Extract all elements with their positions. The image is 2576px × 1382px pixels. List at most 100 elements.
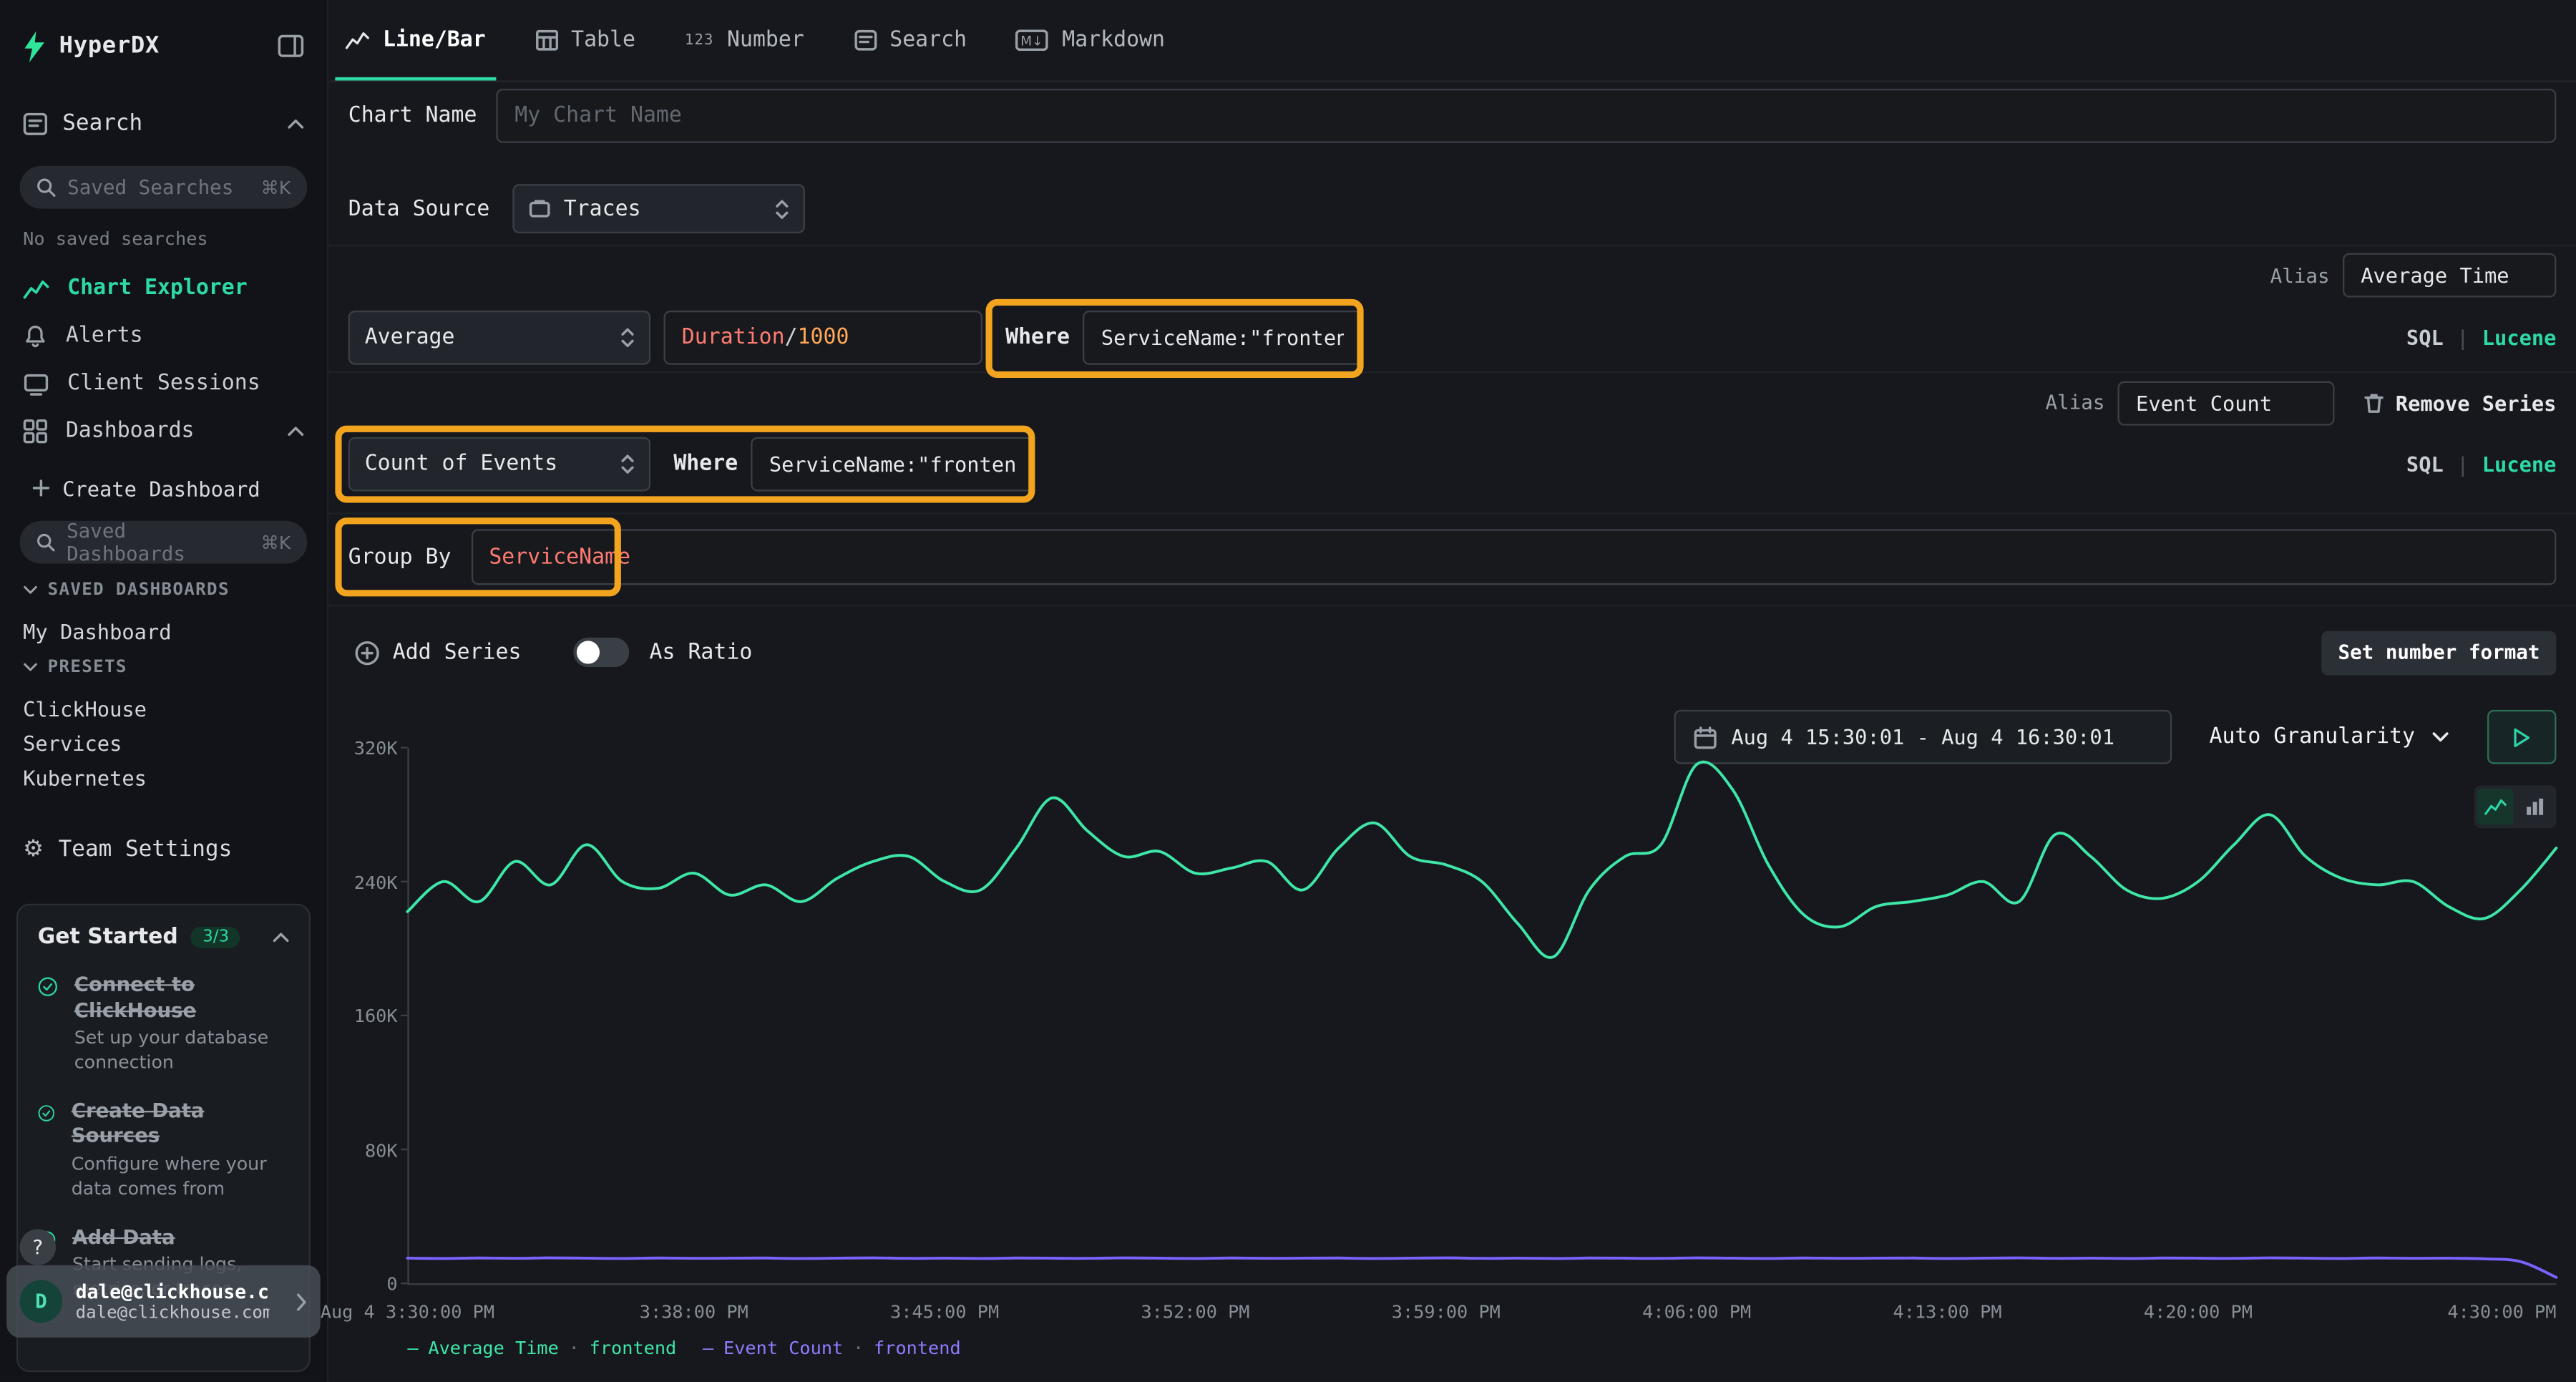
chart-display-toggle — [2474, 785, 2557, 828]
user-menu[interactable]: D dale@clickhouse.com dale@clickhouse.co… — [6, 1265, 321, 1338]
y-tick-label: 80K — [365, 1139, 398, 1161]
logo-row: HyperDX — [0, 20, 327, 72]
divider — [328, 512, 2576, 514]
add-series-button[interactable]: Add Series — [355, 640, 522, 664]
select-stepper-icon — [621, 327, 634, 349]
check-circle-icon — [38, 973, 58, 1001]
sidebar-item-client-sessions[interactable]: Client Sessions — [0, 360, 327, 408]
sidebar-item-alerts[interactable]: Alerts — [0, 312, 327, 360]
get-started-item-title: Connect to ClickHouse — [74, 973, 289, 1024]
legend-marker: — — [407, 1338, 418, 1359]
sidebar-item-kubernetes[interactable]: Kubernetes — [0, 761, 327, 795]
series2-aggregation-select[interactable]: Count of Events — [348, 437, 650, 491]
series1-alias-row: Alias — [328, 246, 2576, 303]
get-started-item-title: Add Data — [72, 1225, 289, 1251]
group-by-input[interactable]: ServiceName — [471, 529, 2556, 585]
series1-field-input[interactable]: Duration/1000 — [664, 311, 982, 365]
sidebar-item-label: Alerts — [66, 323, 143, 348]
remove-series-label: Remove Series — [2396, 390, 2557, 414]
series-actions-row: Add Series As Ratio Set number format — [328, 628, 2576, 677]
lucene-option[interactable]: Lucene — [2482, 326, 2557, 350]
series2-alias-input[interactable] — [2118, 381, 2335, 425]
tab-label: Table — [571, 28, 635, 52]
create-dashboard-button[interactable]: Create Dashboard — [0, 467, 327, 510]
sql-option[interactable]: SQL — [2406, 326, 2444, 350]
tab-label: Markdown — [1062, 28, 1165, 52]
search-section-label: Search — [62, 110, 142, 137]
plus-circle-icon — [355, 640, 379, 664]
sidebar-item-team-settings[interactable]: ⚙ Team Settings — [0, 825, 327, 875]
saved-dashboards-input[interactable]: Saved Dashboards ⌘K — [20, 521, 308, 564]
chart-legend[interactable]: —Average Time·frontend —Event Count·front… — [407, 1338, 960, 1359]
legend-item[interactable]: —Event Count·frontend — [703, 1338, 961, 1359]
app-window: HyperDX Search Saved Searches ⌘K No save… — [0, 0, 2576, 1382]
create-dashboard-label: Create Dashboard — [62, 476, 260, 500]
chart-area: 080K160K240K320K Aug 4 3:30:00 PM3:38:00… — [328, 723, 2556, 1380]
search-section-icon — [23, 111, 47, 135]
lucene-option[interactable]: Lucene — [2482, 451, 2557, 475]
tab-table[interactable]: Table — [535, 0, 635, 81]
sidebar-item-my-dashboard[interactable]: My Dashboard — [0, 615, 327, 649]
remove-series-button[interactable]: Remove Series — [2364, 390, 2556, 414]
x-tick-label: 4:06:00 PM — [1642, 1301, 1751, 1323]
tab-label: Search — [889, 28, 967, 52]
field-token: / — [785, 326, 798, 350]
trash-icon — [2364, 392, 2384, 414]
as-ratio-label: As Ratio — [650, 640, 753, 664]
preset-name: Services — [23, 731, 122, 756]
sidebar-item-dashboards[interactable]: Dashboards — [0, 407, 327, 455]
tab-label: Line/Bar — [383, 28, 486, 52]
where-label: Where — [1005, 326, 1070, 350]
sidebar-item-clickhouse[interactable]: ClickHouse — [0, 692, 327, 726]
markdown-icon: M↓ — [1021, 34, 1043, 49]
legend-group: frontend — [590, 1338, 677, 1359]
y-tick-label: 240K — [354, 872, 398, 893]
data-source-select[interactable]: Traces — [513, 184, 806, 233]
series2-language-toggle[interactable]: SQL | Lucene — [2406, 451, 2557, 475]
sidebar-collapse-icon[interactable] — [278, 34, 304, 57]
bar-chart-toggle-icon[interactable] — [2517, 789, 2553, 825]
help-button[interactable]: ? — [20, 1229, 57, 1265]
sidebar-item-chart-explorer[interactable]: Chart Explorer — [0, 265, 327, 313]
as-ratio-toggle[interactable] — [574, 638, 630, 667]
series1-alias-input[interactable] — [2343, 253, 2556, 298]
group-by-label: Group By — [348, 545, 452, 569]
hyperdx-logo-icon — [23, 30, 46, 62]
series1-row: Average Duration/1000 Where SQL | Lucene — [328, 307, 2576, 368]
y-tick-label: 160K — [354, 1006, 398, 1027]
tab-markdown[interactable]: M↓ Markdown — [1016, 0, 1165, 81]
search-section-header[interactable]: Search — [0, 99, 327, 148]
tab-line-bar[interactable]: Line/Bar — [345, 0, 486, 81]
toggle-knob — [577, 641, 600, 663]
saved-dashboards-section-header[interactable]: SAVED DASHBOARDS — [0, 580, 327, 600]
x-tick-label: 3:38:00 PM — [640, 1301, 748, 1323]
chart-name-input[interactable] — [497, 89, 2556, 143]
sidebar-item-services[interactable]: Services — [0, 726, 327, 761]
tab-search[interactable]: Search — [854, 0, 967, 81]
divider — [328, 605, 2576, 606]
line-chart-toggle-icon[interactable] — [2477, 789, 2514, 825]
preset-name: ClickHouse — [23, 696, 147, 721]
saved-searches-input[interactable]: Saved Searches ⌘K — [20, 166, 308, 209]
series1-where-input[interactable] — [1083, 311, 1362, 365]
chart-plot[interactable] — [407, 736, 2556, 1300]
chevron-up-icon[interactable] — [273, 932, 289, 943]
aggregation-value: Count of Events — [365, 451, 558, 475]
source-icon — [530, 199, 551, 219]
x-axis-labels: Aug 4 3:30:00 PM3:38:00 PM3:45:00 PM3:52… — [407, 1301, 2556, 1324]
tab-number[interactable]: 123 Number — [685, 0, 804, 81]
alias-label: Alias — [2045, 391, 2104, 414]
chart-name-label: Chart Name — [348, 104, 477, 128]
sql-option[interactable]: SQL — [2406, 451, 2444, 475]
set-number-format-button[interactable]: Set number format — [2322, 630, 2557, 674]
get-started-item[interactable]: Create Data Sources Configure where your… — [38, 1099, 289, 1202]
data-source-row: Data Source Traces — [328, 184, 2576, 233]
series1-aggregation-select[interactable]: Average — [348, 311, 650, 365]
series2-where-input[interactable] — [751, 437, 1034, 491]
legend-item[interactable]: —Average Time·frontend — [407, 1338, 676, 1359]
presets-section-header[interactable]: PRESETS — [0, 657, 327, 677]
chart-name-row: Chart Name — [328, 89, 2576, 143]
get-started-item[interactable]: Connect to ClickHouse Set up your databa… — [38, 973, 289, 1076]
data-source-label: Data Source — [348, 196, 490, 220]
series1-language-toggle[interactable]: SQL | Lucene — [2406, 326, 2557, 350]
